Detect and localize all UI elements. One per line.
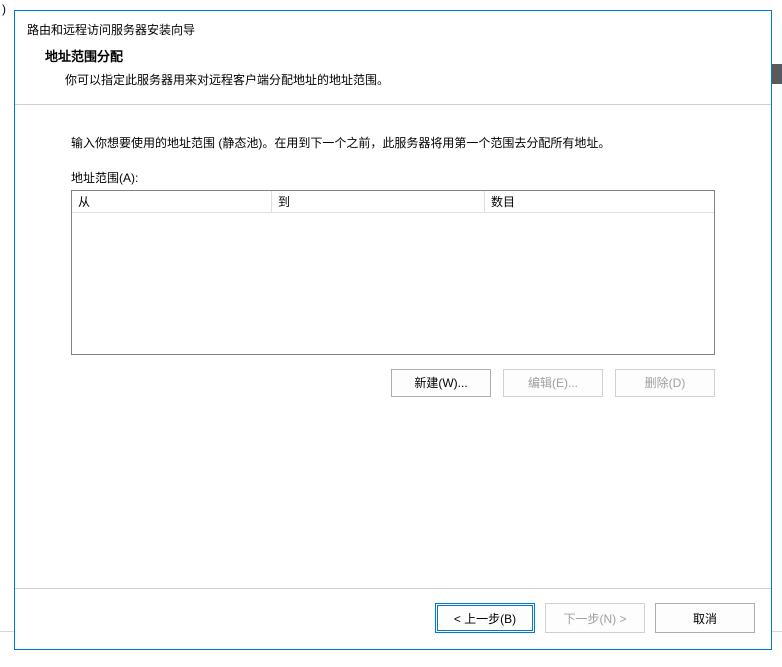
column-header-to[interactable]: 到 <box>272 191 485 213</box>
background-fragment: ) <box>0 0 8 18</box>
back-button[interactable]: < 上一步(B) <box>435 603 535 633</box>
address-range-listview[interactable]: 从 到 数目 <box>71 190 715 355</box>
dialog-title: 路由和远程访问服务器安装向导 <box>15 11 771 46</box>
wizard-dialog: 路由和远程访问服务器安装向导 地址范围分配 你可以指定此服务器用来对远程客户端分… <box>14 10 772 650</box>
column-header-from[interactable]: 从 <box>72 191 272 213</box>
listview-header: 从 到 数目 <box>72 191 714 213</box>
column-header-count[interactable]: 数目 <box>485 191 714 213</box>
page-subheading: 你可以指定此服务器用来对远程客户端分配地址的地址范围。 <box>45 71 759 88</box>
listview-rows[interactable] <box>72 213 714 354</box>
dialog-footer: < 上一步(B) 下一步(N) > 取消 <box>15 588 771 649</box>
cancel-button[interactable]: 取消 <box>655 603 755 633</box>
next-button: 下一步(N) > <box>545 603 645 633</box>
list-button-row: 新建(W)... 编辑(E)... 删除(D) <box>71 369 715 397</box>
instruction-text: 输入你想要使用的地址范围 (静态池)。在用到下一个之前，此服务器将用第一个范围去… <box>71 133 715 155</box>
edit-button: 编辑(E)... <box>503 369 603 397</box>
dialog-header: 地址范围分配 你可以指定此服务器用来对远程客户端分配地址的地址范围。 <box>15 46 771 105</box>
dialog-body: 输入你想要使用的地址范围 (静态池)。在用到下一个之前，此服务器将用第一个范围去… <box>15 105 771 588</box>
listview-label: 地址范围(A): <box>71 169 715 186</box>
delete-button: 删除(D) <box>615 369 715 397</box>
new-button[interactable]: 新建(W)... <box>391 369 491 397</box>
page-heading: 地址范围分配 <box>45 46 759 65</box>
